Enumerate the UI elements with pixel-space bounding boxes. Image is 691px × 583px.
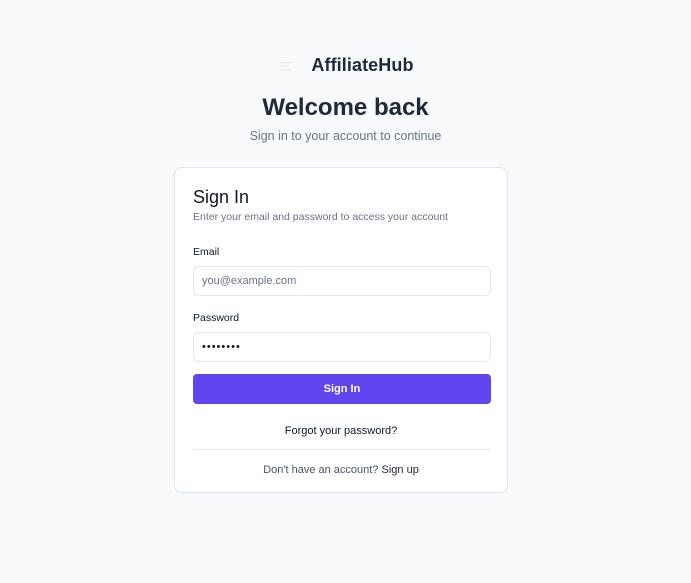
- sign-up-link[interactable]: Sign up: [382, 464, 419, 476]
- page-title: Welcome back: [262, 94, 429, 121]
- signup-prompt: Don't have an account?: [263, 464, 379, 476]
- divider: [193, 449, 491, 450]
- sign-in-button[interactable]: Sign In: [193, 374, 491, 404]
- password-field[interactable]: [193, 332, 491, 362]
- email-field[interactable]: [193, 266, 491, 296]
- brand: AffiliateHub: [0, 55, 691, 76]
- forgot-password-link[interactable]: Forgot your password?: [175, 425, 507, 437]
- signup-row: Don't have an account? Sign up: [175, 464, 507, 476]
- card-title: Sign In: [193, 187, 250, 207]
- email-label: Email: [193, 246, 220, 258]
- sign-in-card: Sign In Enter your email and password to…: [174, 167, 508, 493]
- password-label: Password: [193, 312, 240, 324]
- page-subtitle: Sign in to your account to continue: [249, 129, 442, 143]
- card-description: Enter your email and password to access …: [193, 211, 449, 223]
- menu-icon: [277, 59, 297, 73]
- brand-name: AffiliateHub: [311, 55, 414, 75]
